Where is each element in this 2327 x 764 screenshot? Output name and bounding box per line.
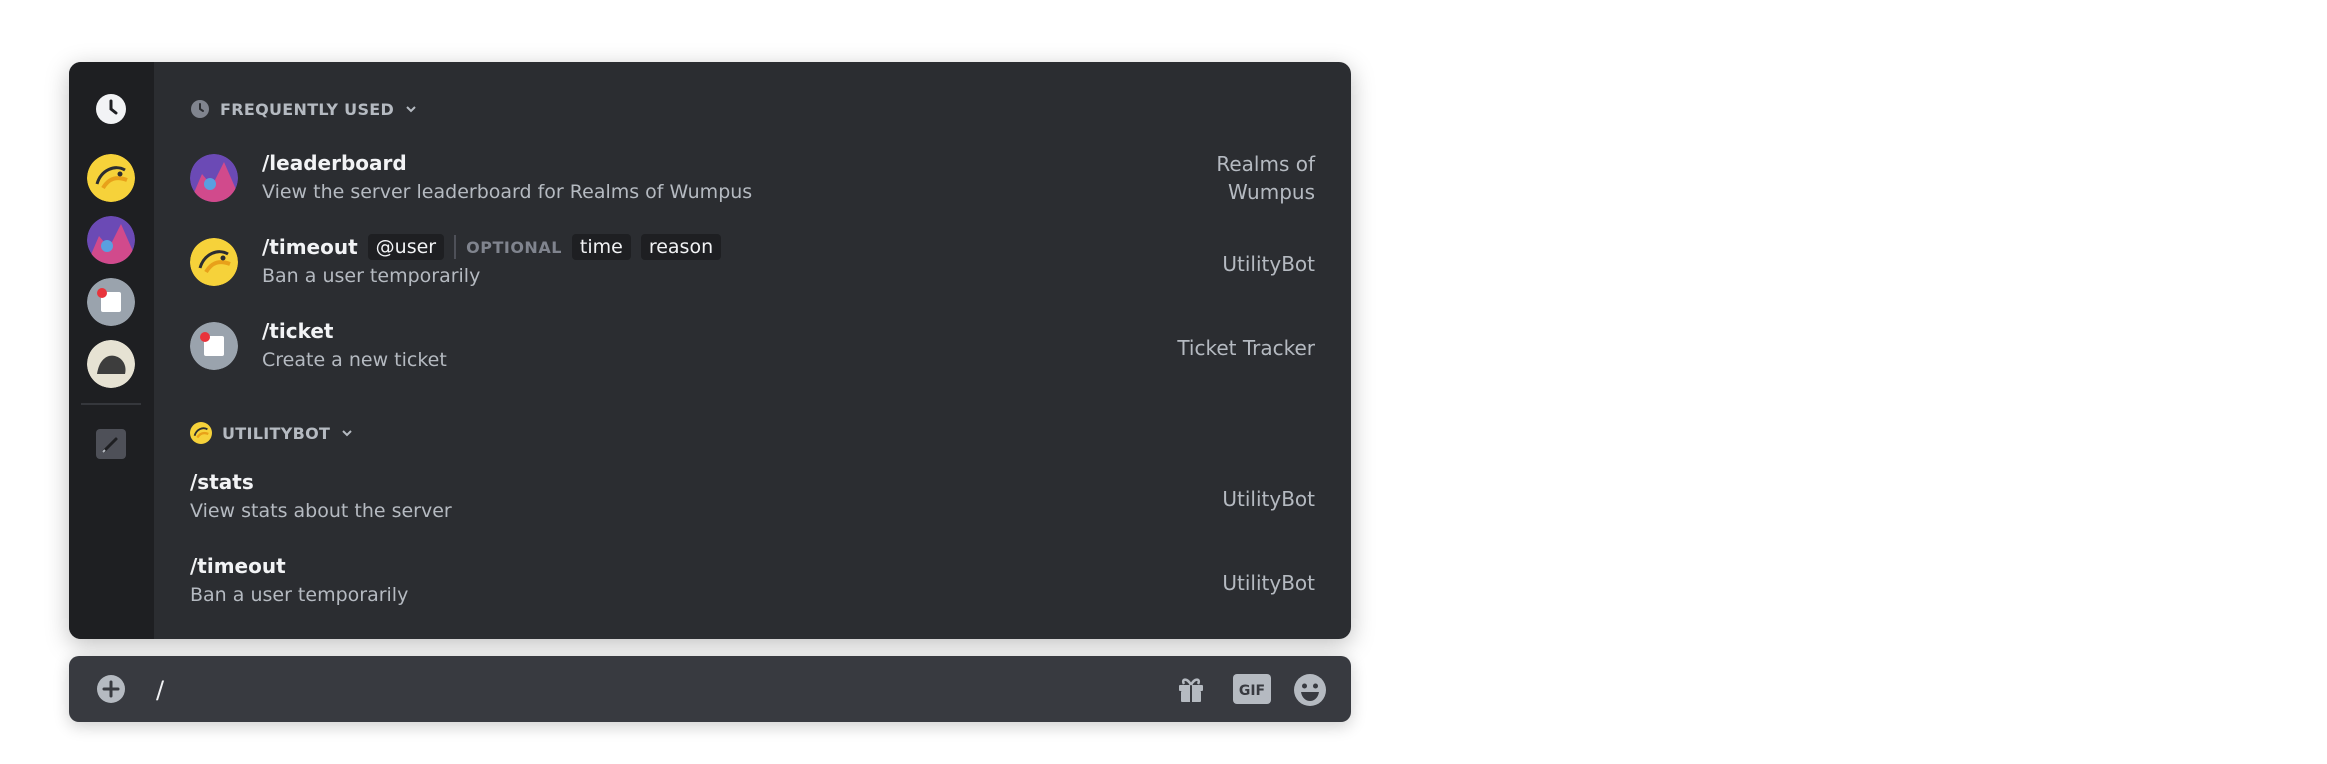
command-description: View stats about the server [190,500,452,522]
chevron-down-icon [406,106,416,113]
optional-label: OPTIONAL [466,237,562,257]
command-row-stats[interactable]: /stats View stats about the server Utili… [190,467,1315,531]
command-source: Realms of Wumpus [1216,150,1315,206]
clock-icon [191,100,209,118]
command-row-timeout-utilitybot[interactable]: /timeout Ban a user temporarily UtilityB… [190,551,1315,615]
frequently-used-clock-icon[interactable] [95,93,127,125]
svg-text:GIF: GIF [1239,683,1265,699]
emoji-icon[interactable] [1293,673,1327,711]
ticket-avatar [190,322,238,370]
command-description: Ban a user temporarily [190,584,409,606]
realms-avatar [190,154,238,202]
command-name: /timeout [262,235,358,259]
source-line-2: Wumpus [1227,180,1315,204]
app-rail [69,62,154,639]
option-chip-user: @user [367,234,445,260]
message-input[interactable] [154,668,1131,712]
rail-app-ticket-icon[interactable] [87,278,135,326]
command-source: UtilityBot [1222,252,1315,276]
command-autocomplete-popup: FREQUENTLY USED /leaderboard View the se… [69,62,1351,639]
section-header-frequently-used[interactable]: FREQUENTLY USED [190,96,418,122]
section-title: FREQUENTLY USED [220,99,395,119]
section-title: UTILITYBOT [222,423,331,443]
command-row-leaderboard[interactable]: /leaderboard View the server leaderboard… [190,148,1315,212]
section-header-utilitybot[interactable]: UTILITYBOT [190,420,354,446]
command-description: View the server leaderboard for Realms o… [262,181,753,203]
command-name: /timeout [190,554,286,578]
command-name: /stats [190,470,254,494]
gif-icon[interactable]: GIF [1233,674,1271,708]
command-name: /ticket [262,319,334,343]
rail-divider [81,403,141,405]
source-line-1: Realms of [1216,152,1315,176]
command-row-ticket[interactable]: /ticket Create a new ticket Ticket Track… [190,316,1315,380]
command-list: FREQUENTLY USED /leaderboard View the se… [154,62,1351,639]
rail-app-utilitybot-icon[interactable] [87,154,135,202]
command-source: UtilityBot [1222,487,1315,511]
utilitybot-avatar [190,238,238,286]
rail-app-realms-icon[interactable] [87,216,135,264]
command-source: UtilityBot [1222,571,1315,595]
rail-app-rock-icon[interactable] [87,340,135,388]
utilitybot-small-icon [190,422,212,444]
add-attachment-icon[interactable] [96,674,126,704]
option-chip-time: time [571,234,631,260]
message-input-bar: GIF [69,656,1351,722]
command-description: Ban a user temporarily [262,265,481,287]
command-description: Create a new ticket [262,349,447,371]
gift-icon[interactable] [1175,673,1207,709]
chevron-down-icon [342,430,352,437]
command-row-timeout[interactable]: /timeout @user OPTIONAL time reason Ban … [190,232,1315,296]
command-name: /leaderboard [262,151,407,175]
pencil-icon[interactable] [96,429,126,459]
option-chip-reason: reason [640,234,722,260]
options-divider [454,235,457,259]
command-source: Ticket Tracker [1177,336,1315,360]
